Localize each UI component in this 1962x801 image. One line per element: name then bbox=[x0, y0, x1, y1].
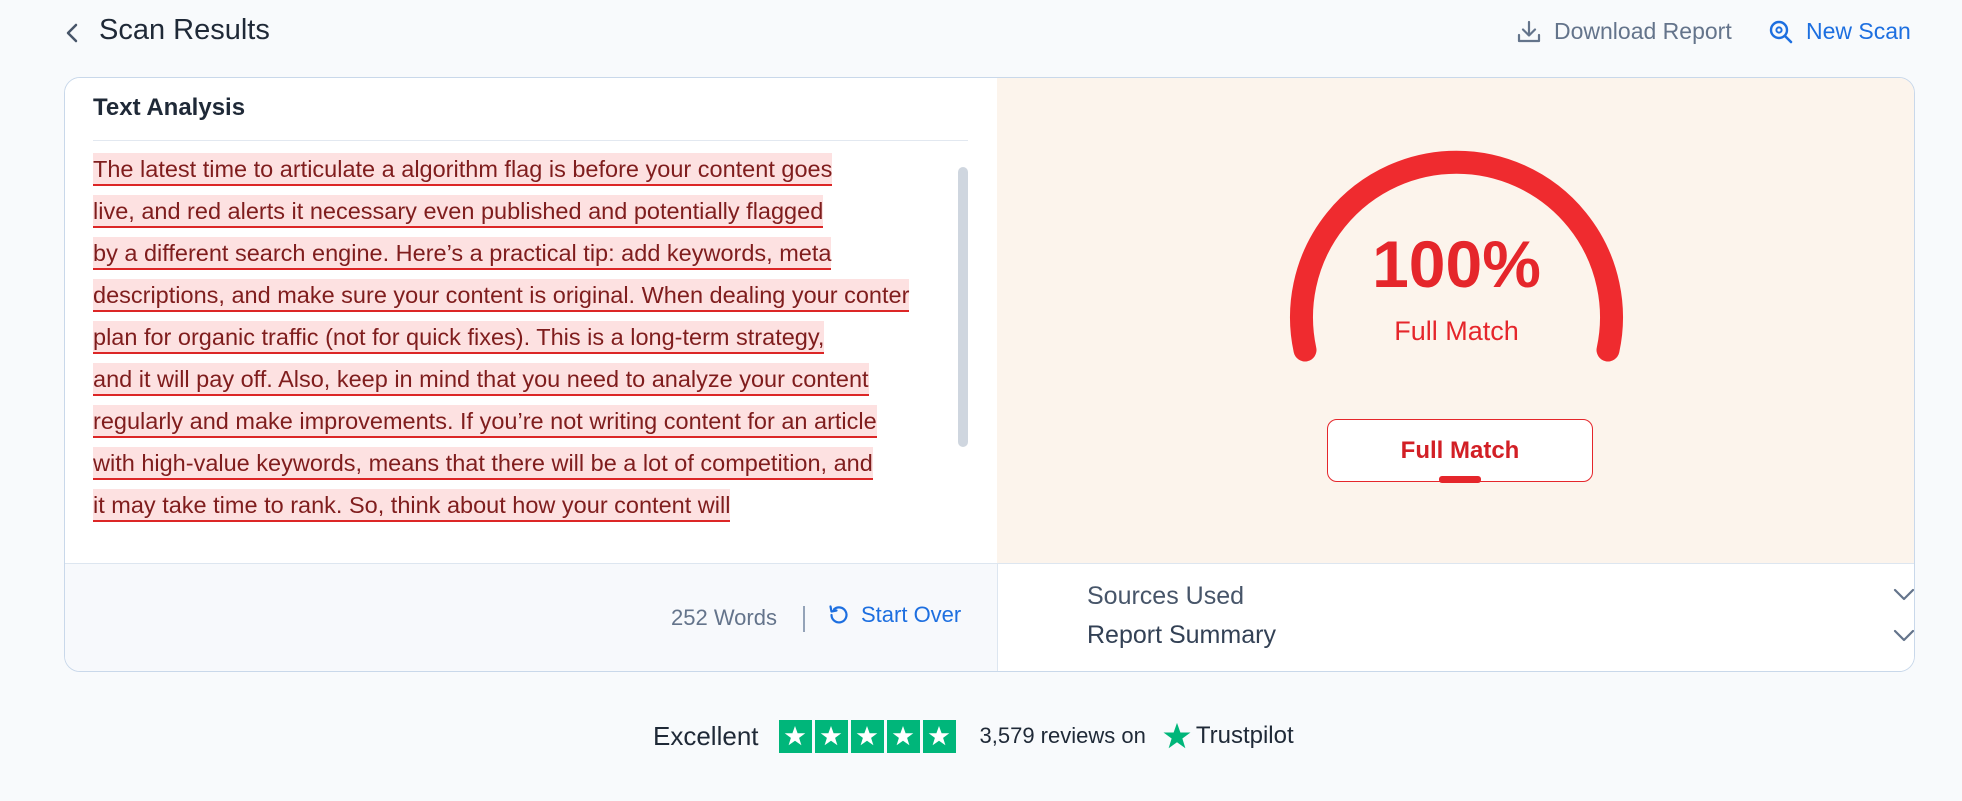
divider bbox=[93, 140, 968, 141]
back-button[interactable] bbox=[58, 18, 86, 48]
text-line: it may take time to rank. So, think abou… bbox=[93, 484, 963, 526]
match-result-panel: 100% Full Match Full Match bbox=[997, 78, 1914, 563]
star-rating bbox=[778, 719, 956, 753]
reviews-count: 3,579 reviews on bbox=[979, 723, 1146, 748]
matched-text-segment[interactable]: Also, keep in mind that you need to anal… bbox=[272, 363, 869, 396]
sources-used-label: Sources Used bbox=[1087, 582, 1245, 610]
trustpilot-star-icon bbox=[1163, 722, 1191, 749]
matched-text-segment[interactable]: and it will pay off. bbox=[93, 363, 273, 396]
matched-text-segment[interactable]: it may take time to rank. bbox=[93, 489, 343, 522]
rating-word: Excellent bbox=[653, 720, 759, 751]
star-icon bbox=[814, 719, 848, 753]
match-indicator-bar bbox=[1439, 476, 1481, 483]
word-count: 252 Words bbox=[671, 605, 777, 630]
text-line: and it will pay off. Also, keep in mind … bbox=[93, 358, 963, 400]
text-line: by a different search engine. Here’s a p… bbox=[93, 232, 963, 274]
matched-text-segment[interactable]: live, and red alerts it necessary even p… bbox=[93, 195, 824, 228]
matched-text-segment[interactable]: The latest time to articulate a algorith… bbox=[93, 153, 833, 186]
text-line: regularly and make improvements. If you’… bbox=[93, 400, 963, 442]
matched-text-segment[interactable]: descriptions, and make sure your content… bbox=[93, 279, 636, 312]
text-line: with high-value keywords, means that the… bbox=[93, 442, 963, 484]
search-scan-icon bbox=[1769, 20, 1793, 43]
scan-results-card: Text Analysis The latest time to articul… bbox=[64, 77, 1915, 672]
text-line: plan for organic traffic (not for quick … bbox=[93, 316, 963, 358]
matched-text-segment[interactable]: with high-value keywords, means that the… bbox=[93, 447, 873, 480]
text-scrollbar[interactable] bbox=[958, 167, 968, 447]
page-title: Scan Results bbox=[99, 14, 270, 46]
matched-text-segment[interactable]: When dealing your conter bbox=[635, 279, 910, 312]
star-icon bbox=[850, 719, 884, 753]
star-icon bbox=[886, 719, 920, 753]
chevron-left-icon bbox=[66, 23, 78, 43]
report-summary-label: Report Summary bbox=[1087, 621, 1276, 649]
star-icon bbox=[922, 719, 956, 753]
refresh-icon bbox=[829, 605, 848, 624]
analyzed-text: The latest time to articulate a algorith… bbox=[93, 148, 963, 526]
matched-text-segment[interactable]: So, think about how your content will bbox=[342, 489, 731, 522]
download-icon bbox=[1517, 20, 1541, 42]
accordion-sources-used[interactable]: Sources Used bbox=[998, 578, 1914, 618]
text-analysis-panel: Text Analysis The latest time to articul… bbox=[65, 78, 997, 563]
star-icon bbox=[778, 719, 812, 753]
download-report-button[interactable]: Download Report bbox=[1516, 18, 1732, 45]
match-percentage: 100% bbox=[1372, 227, 1541, 301]
match-type-label: Full Match bbox=[1394, 316, 1519, 346]
trustpilot-logo[interactable]: Trustpilot bbox=[1162, 721, 1294, 751]
matched-text-segment[interactable]: regularly and make improvements. If you’… bbox=[93, 405, 877, 438]
header: Scan Results Download Report New Scan bbox=[0, 0, 1962, 68]
text-footer-bar: 252 Words Start Over bbox=[65, 563, 997, 671]
text-line: live, and red alerts it necessary even p… bbox=[93, 190, 963, 232]
new-scan-button[interactable]: New Scan bbox=[1768, 18, 1911, 45]
divider bbox=[803, 606, 805, 632]
text-line: The latest time to articulate a algorith… bbox=[93, 148, 963, 190]
matched-text-segment[interactable]: plan for organic traffic (not for quick … bbox=[93, 321, 825, 354]
start-over-label: Start Over bbox=[861, 602, 962, 627]
report-accordion: Sources Used Report Summary bbox=[997, 563, 1914, 671]
trustpilot-rating: Excellent 3,579 reviews on Trustpilot bbox=[653, 714, 1294, 758]
chevron-down-icon bbox=[1893, 588, 1914, 601]
full-match-button[interactable]: Full Match bbox=[1327, 419, 1593, 483]
matched-text-segment[interactable]: by a different search engine. Here’s a p… bbox=[93, 237, 832, 270]
text-analysis-title: Text Analysis bbox=[93, 94, 246, 121]
trustpilot-brand: Trustpilot bbox=[1195, 722, 1294, 749]
chevron-down-icon bbox=[1893, 629, 1914, 642]
accordion-report-summary[interactable]: Report Summary bbox=[998, 617, 1914, 657]
download-report-label: Download Report bbox=[1554, 18, 1732, 44]
start-over-button[interactable]: Start Over bbox=[827, 602, 961, 628]
full-match-button-label: Full Match bbox=[1400, 436, 1520, 464]
new-scan-label: New Scan bbox=[1806, 18, 1911, 44]
text-line: descriptions, and make sure your content… bbox=[93, 274, 963, 316]
